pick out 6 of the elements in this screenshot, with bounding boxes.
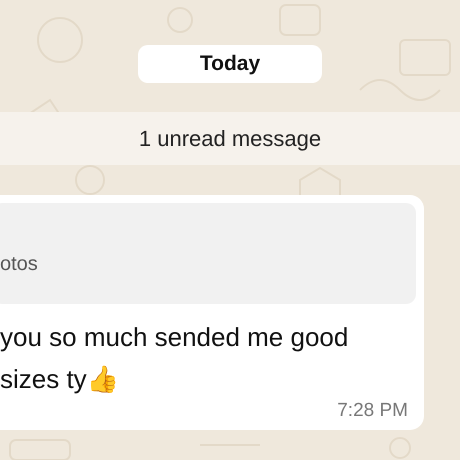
quoted-message-text: otos — [0, 253, 38, 276]
quoted-message[interactable]: otos — [0, 203, 416, 304]
message-time: 7:28 PM — [337, 400, 408, 422]
message-text: you so much sended me good sizes ty👍 — [0, 321, 348, 396]
unread-messages-banner: 1 unread message — [0, 112, 460, 165]
date-chip: Today — [138, 45, 322, 83]
